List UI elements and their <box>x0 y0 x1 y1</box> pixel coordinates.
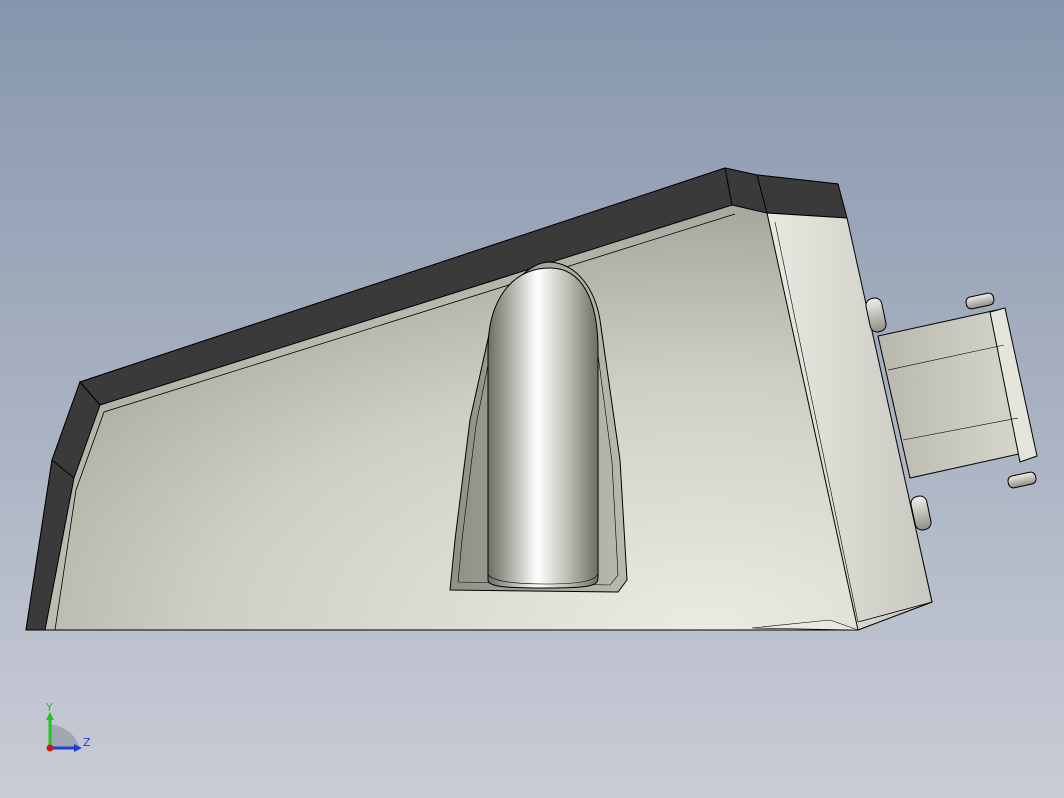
triad-z-label: Z <box>83 736 91 749</box>
model-viewport[interactable]: Y Z <box>0 0 1064 798</box>
triad-y-label: Y <box>45 701 53 714</box>
triad-x-axis-dot <box>46 744 54 752</box>
cylinder-boss[interactable] <box>487 267 599 589</box>
